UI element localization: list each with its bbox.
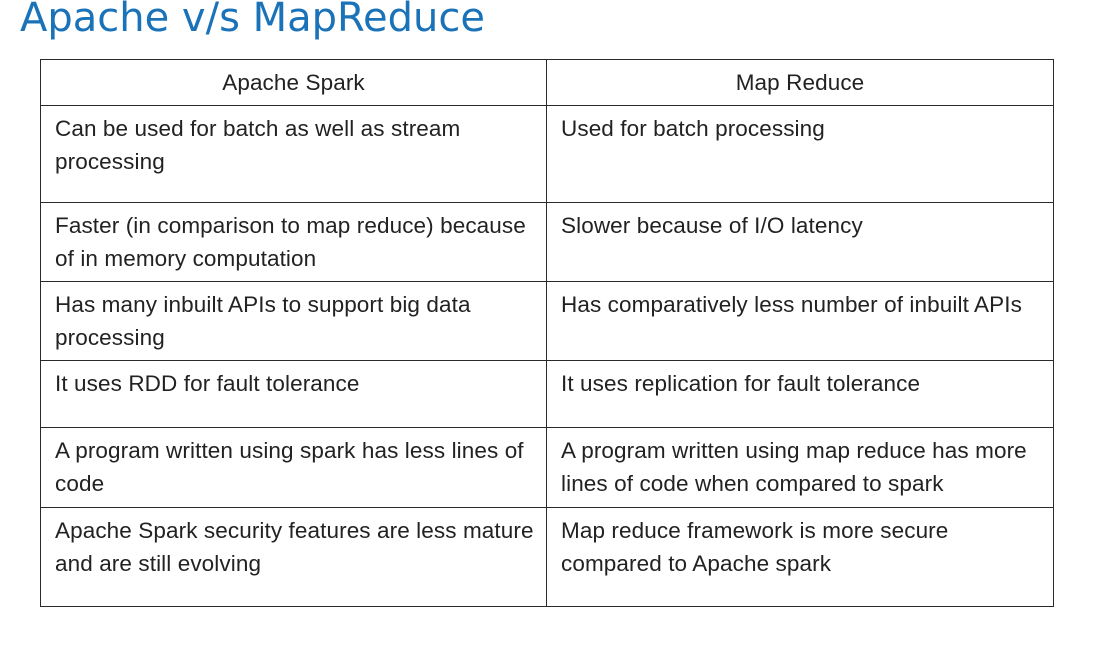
table-row: It uses RDD for fault tolerance It uses … — [40, 360, 1054, 428]
comparison-table-container: Apache Spark Map Reduce Can be used for … — [40, 59, 1054, 607]
mapreduce-cell: Used for batch processing — [546, 105, 1054, 203]
table-row: Can be used for batch as well as stream … — [40, 105, 1054, 203]
header-apache-spark: Apache Spark — [40, 59, 547, 106]
spark-cell: Has many inbuilt APIs to support big dat… — [40, 281, 547, 361]
mapreduce-cell: Has comparatively less number of inbuilt… — [546, 281, 1054, 361]
spark-cell: Apache Spark security features are less … — [40, 507, 547, 607]
mapreduce-cell: Map reduce framework is more secure comp… — [546, 507, 1054, 607]
table-row: A program written using spark has less l… — [40, 427, 1054, 508]
table-row: Faster (in comparison to map reduce) bec… — [40, 202, 1054, 282]
spark-cell: A program written using spark has less l… — [40, 427, 547, 508]
table-row: Has many inbuilt APIs to support big dat… — [40, 281, 1054, 361]
spark-cell: Faster (in comparison to map reduce) bec… — [40, 202, 547, 282]
spark-cell: Can be used for batch as well as stream … — [40, 105, 547, 203]
mapreduce-cell: A program written using map reduce has m… — [546, 427, 1054, 508]
mapreduce-cell: Slower because of I/O latency — [546, 202, 1054, 282]
slide-title: Apache v/s MapReduce — [20, 0, 485, 41]
mapreduce-cell: It uses replication for fault tolerance — [546, 360, 1054, 428]
header-map-reduce: Map Reduce — [546, 59, 1054, 106]
table-header-row: Apache Spark Map Reduce — [40, 59, 1054, 106]
table-row: Apache Spark security features are less … — [40, 507, 1054, 607]
comparison-table: Apache Spark Map Reduce Can be used for … — [40, 59, 1054, 607]
spark-cell: It uses RDD for fault tolerance — [40, 360, 547, 428]
